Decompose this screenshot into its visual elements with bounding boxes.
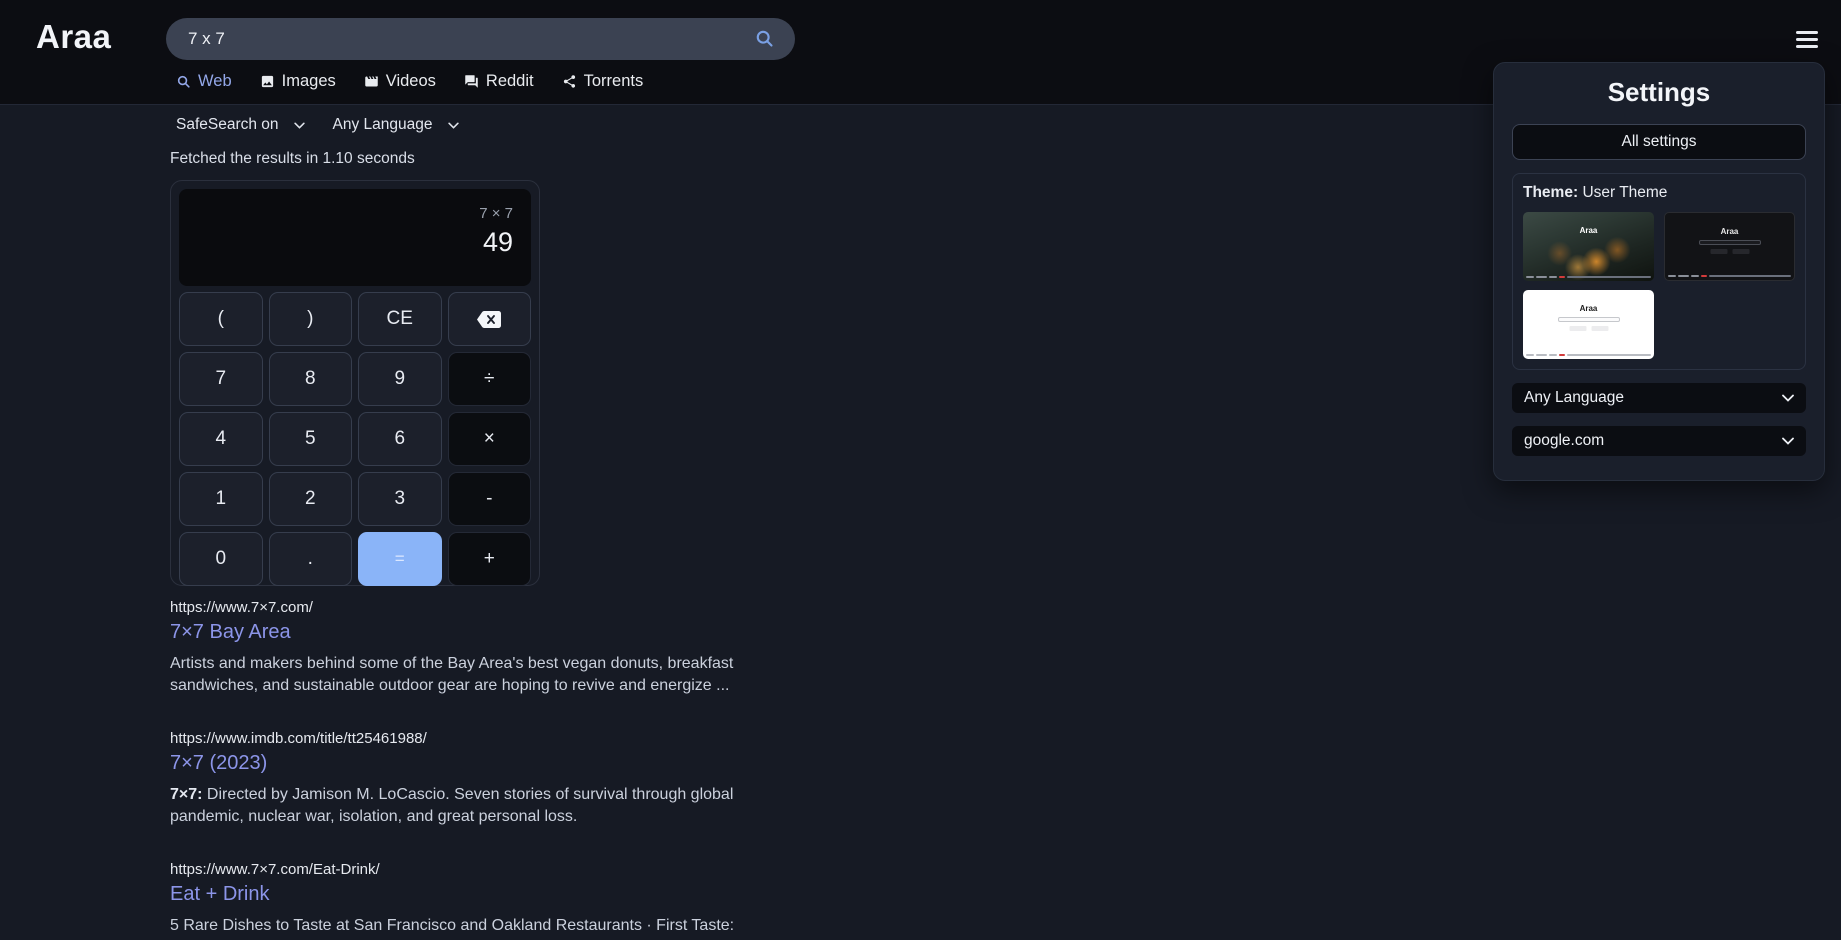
mini-search-bar — [1557, 317, 1620, 322]
calc-clear-button[interactable]: CE — [358, 292, 442, 346]
calculator-widget: 7 × 7 49 ( ) CE 7 8 9 ÷ 4 5 6 × 1 2 3 - … — [170, 180, 540, 586]
tab-web[interactable]: Web — [176, 72, 232, 91]
theme-section: Theme: User Theme Araa Araa Araa — [1512, 173, 1806, 370]
settings-title: Settings — [1607, 77, 1711, 107]
mini-footer — [1526, 275, 1651, 279]
share-icon — [562, 74, 577, 89]
safesearch-label: SafeSearch on — [176, 116, 279, 133]
mini-logo: Araa — [1720, 227, 1739, 236]
result-description: 5 Rare Dishes to Taste at San Francisco … — [170, 917, 740, 940]
settings-panel: Settings All settings Theme: User Theme … — [1493, 62, 1825, 481]
chevron-down-icon — [293, 122, 305, 129]
calc-equals-button[interactable]: = — [358, 532, 442, 586]
calc-0-button[interactable]: 0 — [179, 532, 263, 586]
result-description: Artists and makers behind some of the Ba… — [170, 655, 734, 694]
theme-label: Theme: User Theme — [1523, 184, 1668, 201]
tab-images[interactable]: Images — [260, 72, 336, 91]
calc-3-button[interactable]: 3 — [358, 472, 442, 526]
web-search-icon — [176, 74, 191, 89]
calc-5-button[interactable]: 5 — [268, 412, 352, 466]
search-category-tabs: Web Images Videos Reddit Torrents — [176, 72, 643, 91]
theme-thumbnail-dark[interactable]: Araa — [1664, 212, 1795, 281]
safesearch-dropdown[interactable]: SafeSearch on — [176, 116, 305, 134]
tab-web-label: Web — [198, 72, 232, 90]
calc-plus-button[interactable]: + — [447, 532, 531, 586]
chevron-down-icon — [1782, 437, 1794, 445]
tab-images-label: Images — [281, 72, 336, 90]
calc-1-button[interactable]: 1 — [179, 472, 263, 526]
search-input[interactable] — [166, 18, 795, 60]
calc-7-button[interactable]: 7 — [179, 352, 263, 406]
calculator-keypad: ( ) CE 7 8 9 ÷ 4 5 6 × 1 2 3 - 0 . = + — [179, 292, 531, 586]
theme-thumbnail-light[interactable]: Araa — [1523, 290, 1654, 359]
search-bar — [166, 18, 795, 60]
calc-4-button[interactable]: 4 — [179, 412, 263, 466]
tab-reddit[interactable]: Reddit — [464, 72, 534, 91]
calculator-result: 49 — [482, 227, 513, 257]
result-url: https://www.7×7.com/ — [170, 599, 313, 616]
mini-logo: Araa — [1579, 226, 1598, 235]
image-icon — [260, 74, 275, 89]
tab-reddit-label: Reddit — [485, 72, 534, 90]
video-icon — [364, 74, 379, 89]
mini-buttons — [1710, 249, 1749, 254]
mini-buttons — [1569, 326, 1608, 331]
fetch-time-status: Fetched the results in 1.10 seconds — [170, 150, 415, 167]
calc-close-paren-button[interactable]: ) — [268, 292, 352, 346]
tab-videos-label: Videos — [385, 72, 436, 90]
search-results: https://www.7×7.com/ 7×7 Bay Area Artist… — [170, 599, 780, 940]
result-description: 7×7: Directed by Jamison M. LoCascio. Se… — [170, 786, 734, 825]
result-url: https://www.7×7.com/Eat-Drink/ — [170, 861, 380, 878]
calc-backspace-button[interactable] — [447, 292, 531, 346]
all-settings-button[interactable]: All settings — [1512, 124, 1806, 160]
calculator-expression: 7 × 7 — [479, 205, 513, 222]
calc-2-button[interactable]: 2 — [268, 472, 352, 526]
calc-divide-button[interactable]: ÷ — [447, 352, 531, 406]
backspace-icon — [477, 310, 502, 328]
menu-icon[interactable] — [1796, 31, 1818, 48]
search-result: https://www.imdb.com/title/tt25461988/ 7… — [170, 730, 780, 828]
filter-row: SafeSearch on Any Language — [176, 116, 459, 134]
calc-open-paren-button[interactable]: ( — [179, 292, 263, 346]
result-title-link[interactable]: Eat + Drink — [170, 883, 780, 906]
language-label: Any Language — [332, 116, 433, 133]
chevron-down-icon — [1782, 394, 1794, 402]
tab-torrents[interactable]: Torrents — [562, 72, 644, 91]
calc-minus-button[interactable]: - — [447, 472, 531, 526]
mini-logo: Araa — [1579, 304, 1598, 313]
result-title-link[interactable]: 7×7 Bay Area — [170, 621, 780, 644]
mini-footer — [1668, 274, 1791, 278]
calculator-display: 7 × 7 49 — [179, 189, 531, 286]
calc-multiply-button[interactable]: × — [447, 412, 531, 466]
calc-decimal-button[interactable]: . — [268, 532, 352, 586]
theme-thumbnails: Araa Araa Araa — [1523, 212, 1795, 359]
settings-language-select[interactable]: Any Language — [1512, 383, 1806, 413]
tab-torrents-label: Torrents — [583, 72, 644, 90]
chevron-down-icon — [447, 122, 459, 129]
calc-6-button[interactable]: 6 — [358, 412, 442, 466]
app-logo[interactable]: Araa — [36, 18, 111, 56]
search-result: https://www.7×7.com/Eat-Drink/ Eat + Dri… — [170, 861, 780, 940]
search-icon[interactable] — [754, 28, 775, 54]
mini-footer — [1526, 353, 1651, 357]
settings-engine-select[interactable]: google.com — [1512, 426, 1806, 456]
calc-8-button[interactable]: 8 — [268, 352, 352, 406]
tab-videos[interactable]: Videos — [364, 72, 436, 91]
language-dropdown[interactable]: Any Language — [333, 116, 459, 134]
calc-9-button[interactable]: 9 — [358, 352, 442, 406]
result-title-link[interactable]: 7×7 (2023) — [170, 752, 780, 775]
search-result: https://www.7×7.com/ 7×7 Bay Area Artist… — [170, 599, 780, 697]
mini-search-bar — [1698, 240, 1761, 245]
forum-icon — [464, 74, 479, 89]
theme-thumbnail-image[interactable]: Araa — [1523, 212, 1654, 281]
result-url: https://www.imdb.com/title/tt25461988/ — [170, 730, 427, 747]
